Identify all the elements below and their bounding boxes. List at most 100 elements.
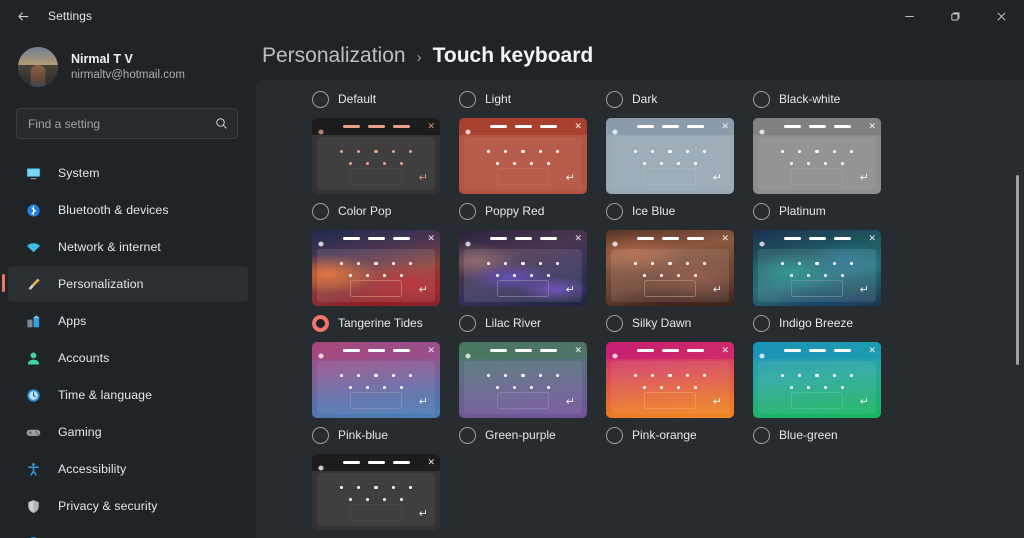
theme-option[interactable]: ✕ ↵ Ice Blue xyxy=(606,112,753,224)
keyboard-theme-preview[interactable]: ✕ ↵ xyxy=(312,342,440,418)
theme-radio-row[interactable]: Lilac River xyxy=(459,310,606,336)
minimize-button[interactable] xyxy=(886,0,932,32)
sidebar-item-apps[interactable]: Apps xyxy=(8,303,248,339)
radio-button[interactable] xyxy=(312,91,329,108)
preview-spacebar xyxy=(644,168,696,185)
keyboard-theme-preview[interactable]: ✕ ↵ xyxy=(312,230,440,306)
radio-button[interactable] xyxy=(753,91,770,108)
theme-option[interactable]: ✕ ↵ Pink-orange xyxy=(606,336,753,448)
keyboard-key-row xyxy=(464,377,582,389)
theme-option[interactable]: ✕ ↵ Silky Dawn xyxy=(606,224,753,336)
sidebar-item-personalization[interactable]: Personalization xyxy=(8,266,248,302)
breadcrumb-parent[interactable]: Personalization xyxy=(262,44,406,68)
theme-option[interactable]: Black-white xyxy=(753,86,900,112)
keyboard-key-dot xyxy=(686,374,689,377)
keyboard-theme-preview[interactable]: ✕ ↵ xyxy=(606,342,734,418)
preview-key-area: ↵ xyxy=(464,249,582,302)
close-button[interactable] xyxy=(978,0,1024,32)
theme-option[interactable]: ✕ ↵ Lilac River xyxy=(459,224,606,336)
theme-option[interactable]: ✕ ↵ Tangerine Tides xyxy=(312,224,459,336)
scrollbar-track[interactable] xyxy=(1010,80,1024,538)
radio-button[interactable] xyxy=(753,203,770,220)
theme-option[interactable]: ✕ ↵ Indigo Breeze xyxy=(753,224,900,336)
sidebar-item-label: System xyxy=(58,166,100,180)
user-profile[interactable]: Nirmal T V nirmaltv@hotmail.com xyxy=(0,32,256,94)
theme-option[interactable]: ✕ ↵ Pink-blue xyxy=(312,336,459,448)
radio-button[interactable] xyxy=(312,315,329,332)
maximize-button[interactable] xyxy=(932,0,978,32)
theme-radio-row[interactable]: Silky Dawn xyxy=(606,310,753,336)
keyboard-theme-preview[interactable]: ✕ ↵ xyxy=(459,342,587,418)
keyboard-key-dot xyxy=(694,162,697,165)
radio-button[interactable] xyxy=(606,203,623,220)
theme-option[interactable]: Light xyxy=(459,86,606,112)
radio-button[interactable] xyxy=(459,315,476,332)
radio-button[interactable] xyxy=(753,315,770,332)
sidebar-item-privacy-security[interactable]: Privacy & security xyxy=(8,488,248,524)
preview-suggestion-bar xyxy=(766,237,868,239)
keyboard-theme-preview[interactable]: ✕ ↵ xyxy=(459,230,587,306)
sidebar-item-accounts[interactable]: Accounts xyxy=(8,340,248,376)
sidebar-item-accessibility[interactable]: Accessibility xyxy=(8,451,248,487)
radio-button[interactable] xyxy=(753,427,770,444)
keyboard-key-dot xyxy=(677,386,680,389)
theme-radio-row[interactable]: Black-white xyxy=(753,86,900,112)
theme-radio-row[interactable]: Pink-orange xyxy=(606,422,753,448)
radio-button[interactable] xyxy=(459,91,476,108)
sidebar-item-windows-update[interactable]: Windows Update xyxy=(8,525,248,538)
sidebar-item-system[interactable]: System xyxy=(8,155,248,191)
sidebar-item-network-internet[interactable]: Network & internet xyxy=(8,229,248,265)
preview-key-area: ↵ xyxy=(317,137,435,190)
back-button[interactable] xyxy=(6,0,40,32)
keyboard-theme-preview[interactable]: ✕ ↵ xyxy=(312,454,440,530)
keyboard-theme-preview[interactable]: ✕ ↵ xyxy=(312,118,440,194)
theme-option[interactable]: ✕ ↵ Blue-green xyxy=(753,336,900,448)
theme-option[interactable]: ✕ ↵ Color Pop xyxy=(312,112,459,224)
keyboard-theme-preview[interactable]: ✕ ↵ xyxy=(753,230,881,306)
theme-radio-row[interactable]: Color Pop xyxy=(312,198,459,224)
preview-title-bar: ✕ xyxy=(312,118,440,135)
theme-radio-row[interactable]: Platinum xyxy=(753,198,900,224)
sidebar-item-time-language[interactable]: Time & language xyxy=(8,377,248,413)
theme-radio-row[interactable]: Green-purple xyxy=(459,422,606,448)
theme-radio-row[interactable]: Pink-blue xyxy=(312,422,459,448)
sidebar-item-bluetooth-devices[interactable]: Bluetooth & devices xyxy=(8,192,248,228)
theme-label: Poppy Red xyxy=(485,204,544,218)
theme-option[interactable]: ✕ ↵ Poppy Red xyxy=(459,112,606,224)
theme-radio-row[interactable]: Blue-green xyxy=(753,422,900,448)
keyboard-theme-preview[interactable]: ✕ ↵ xyxy=(459,118,587,194)
sidebar-item-gaming[interactable]: Gaming xyxy=(8,414,248,450)
theme-option[interactable]: Default xyxy=(312,86,459,112)
keyboard-theme-preview[interactable]: ✕ ↵ xyxy=(753,342,881,418)
keyboard-key-row xyxy=(758,377,876,389)
keyboard-key-dot xyxy=(686,262,689,265)
theme-radio-row[interactable]: Tangerine Tides xyxy=(312,310,459,336)
keyboard-key-dot xyxy=(383,498,386,501)
preview-title-bar: ✕ xyxy=(753,118,881,135)
radio-button[interactable] xyxy=(606,315,623,332)
theme-option[interactable]: Dark xyxy=(606,86,753,112)
keyboard-key-dot xyxy=(349,386,352,389)
search-input[interactable]: Find a setting xyxy=(16,108,238,139)
keyboard-theme-preview[interactable]: ✕ ↵ xyxy=(753,118,881,194)
theme-option[interactable]: ✕ ↵ xyxy=(312,448,459,534)
theme-radio-row[interactable]: Poppy Red xyxy=(459,198,606,224)
theme-option[interactable]: ✕ ↵ Platinum xyxy=(753,112,900,224)
keyboard-theme-preview[interactable]: ✕ ↵ xyxy=(606,230,734,306)
scrollbar-thumb[interactable] xyxy=(1016,175,1019,365)
radio-button[interactable] xyxy=(606,91,623,108)
theme-radio-row[interactable]: Ice Blue xyxy=(606,198,753,224)
theme-radio-row[interactable]: Indigo Breeze xyxy=(753,310,900,336)
theme-label: Pink-orange xyxy=(632,428,697,442)
radio-button[interactable] xyxy=(312,203,329,220)
keyboard-theme-preview[interactable]: ✕ ↵ xyxy=(606,118,734,194)
theme-radio-row[interactable]: Default xyxy=(312,86,459,112)
radio-button[interactable] xyxy=(459,203,476,220)
radio-button[interactable] xyxy=(459,427,476,444)
theme-radio-row[interactable]: Dark xyxy=(606,86,753,112)
theme-radio-row[interactable]: Light xyxy=(459,86,606,112)
keyboard-key-dot xyxy=(668,150,671,153)
radio-button[interactable] xyxy=(312,427,329,444)
theme-option[interactable]: ✕ ↵ Green-purple xyxy=(459,336,606,448)
radio-button[interactable] xyxy=(606,427,623,444)
